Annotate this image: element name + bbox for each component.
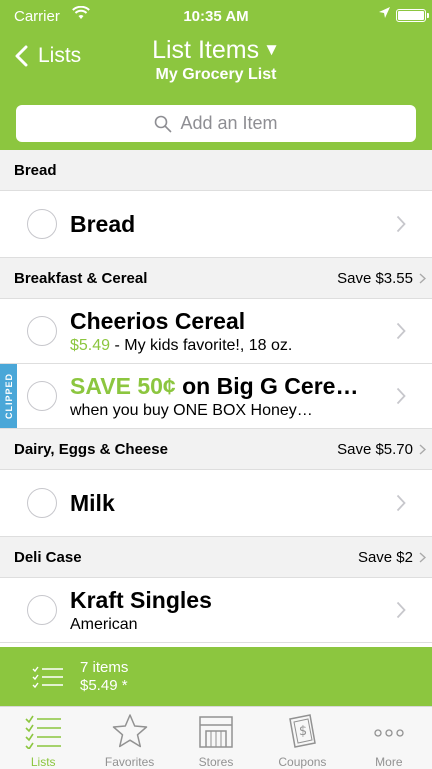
section-name: Deli Case <box>14 548 82 566</box>
savings-label: Save $5.70 <box>337 440 413 458</box>
list-item-milk[interactable]: Milk <box>0 470 432 537</box>
section-name: Breakfast & Cereal <box>14 269 148 287</box>
navigation-bar: Lists List Items ▼ My Grocery List <box>0 30 432 97</box>
item-detail: $5.49 - My kids favorite!, 18 oz. <box>70 337 382 355</box>
item-text: SAVE 50¢ on Big G Cere… when you buy ONE… <box>70 373 382 420</box>
item-count: 7 items <box>80 659 129 676</box>
savings-label: Save $2 <box>357 548 413 566</box>
summary-text: 7 items $5.49 * <box>80 659 128 694</box>
battery-icon <box>396 9 429 22</box>
item-checkbox[interactable] <box>27 595 57 625</box>
item-list: Bread Bread Breakfast & Cereal Save $3.5… <box>0 150 432 647</box>
item-detail: American <box>70 615 138 633</box>
item-title: Cheerios Cereal <box>70 307 246 334</box>
item-text: Cheerios Cereal $5.49 - My kids favorite… <box>70 308 382 355</box>
item-title: SAVE 50¢ on Big G Cere… <box>70 373 382 400</box>
add-item-placeholder: Add an Item <box>180 113 278 133</box>
tab-label: Favorites <box>104 755 155 769</box>
item-note: - My kids favorite!, 18 oz. <box>110 336 293 354</box>
list-title-dropdown[interactable]: List Items ▼ My Grocery List <box>110 36 322 84</box>
section-savings: Save $2 <box>358 549 426 566</box>
caret-down-icon: ▼ <box>263 40 280 59</box>
tab-label: Stores <box>198 755 234 769</box>
page-title: List Items ▼ <box>110 36 322 65</box>
item-text: Kraft Singles American <box>70 587 382 634</box>
tab-more[interactable]: More <box>346 707 432 769</box>
section-header-breakfast-cereal[interactable]: Breakfast & Cereal Save $3.55 <box>0 258 432 299</box>
more-icon <box>374 729 404 737</box>
search-bar: Add an Item <box>0 97 432 150</box>
chevron-right-icon <box>396 322 406 340</box>
store-icon <box>199 716 233 748</box>
checklist-icon <box>32 666 63 688</box>
svg-text:$: $ <box>299 724 307 739</box>
list-item-bread[interactable]: Bread <box>0 191 432 258</box>
list-icon <box>25 715 62 749</box>
page-title-text: List Items <box>152 36 260 64</box>
chevron-right-icon <box>396 387 406 405</box>
chevron-right-icon <box>396 494 406 512</box>
status-time: 10:35 AM <box>183 8 249 25</box>
item-price: $5.49 <box>70 336 111 354</box>
savings-label: Save $3.55 <box>337 269 413 287</box>
back-button-label: Lists <box>38 44 82 67</box>
item-checkbox[interactable] <box>27 316 57 346</box>
section-header-deli[interactable]: Deli Case Save $2 <box>0 537 432 578</box>
clipped-badge-label: CLIPPED <box>3 372 14 420</box>
item-text: Milk <box>70 490 382 517</box>
tab-lists[interactable]: Lists <box>0 707 86 769</box>
tab-label: Lists <box>30 755 56 769</box>
item-title: Milk <box>70 489 115 516</box>
page-subtitle: My Grocery List <box>155 66 277 83</box>
add-item-input[interactable]: Add an Item <box>16 105 416 142</box>
section-savings: Save $5.70 <box>337 441 426 458</box>
back-button[interactable]: Lists <box>14 44 81 68</box>
coupon-icon: $ <box>289 714 317 748</box>
list-item-cheerios[interactable]: Cheerios Cereal $5.49 - My kids favorite… <box>0 299 432 364</box>
list-item-kraft-singles[interactable]: Kraft Singles American <box>0 578 432 643</box>
section-savings: Save $3.55 <box>337 270 426 287</box>
tab-coupons[interactable]: $ Coupons <box>259 707 345 769</box>
chevron-right-icon <box>419 272 426 284</box>
item-checkbox[interactable] <box>27 381 57 411</box>
list-total: $5.49 * <box>80 677 128 694</box>
header: Carrier 10:35 AM Lists List Items ▼ My Gr… <box>0 0 432 97</box>
item-title: Bread <box>70 210 136 237</box>
tab-label: Coupons <box>278 755 327 769</box>
star-icon <box>112 714 147 748</box>
chevron-right-icon <box>396 601 406 619</box>
search-icon <box>155 115 172 132</box>
tab-stores[interactable]: Stores <box>173 707 259 769</box>
section-header-dairy[interactable]: Dairy, Eggs & Cheese Save $5.70 <box>0 429 432 470</box>
section-name: Bread <box>14 161 57 179</box>
tab-favorites[interactable]: Favorites <box>86 707 172 769</box>
item-checkbox[interactable] <box>27 488 57 518</box>
tab-bar: Lists Favorites Stores $ Coupons More <box>0 706 432 769</box>
coupon-product: on Big G Cere… <box>175 372 359 399</box>
section-header-bread: Bread <box>0 150 432 191</box>
chevron-right-icon <box>419 443 426 455</box>
status-bar: Carrier 10:35 AM <box>0 0 432 30</box>
item-text: Bread <box>70 211 382 238</box>
clipped-badge: CLIPPED <box>0 364 17 428</box>
chevron-left-icon <box>15 45 28 67</box>
item-title: Kraft Singles <box>70 586 212 613</box>
location-arrow-icon <box>379 7 390 18</box>
item-detail: when you buy ONE BOX Honey… <box>70 401 313 419</box>
tab-label: More <box>375 755 403 769</box>
coupon-offer: SAVE 50¢ <box>70 372 176 399</box>
list-summary-bar[interactable]: 7 items $5.49 * <box>0 647 432 706</box>
list-item-coupon-big-g[interactable]: CLIPPED SAVE 50¢ on Big G Cere… when you… <box>0 364 432 429</box>
chevron-right-icon <box>419 551 426 563</box>
chevron-right-icon <box>396 215 406 233</box>
item-checkbox[interactable] <box>27 209 57 239</box>
section-name: Dairy, Eggs & Cheese <box>14 440 168 458</box>
